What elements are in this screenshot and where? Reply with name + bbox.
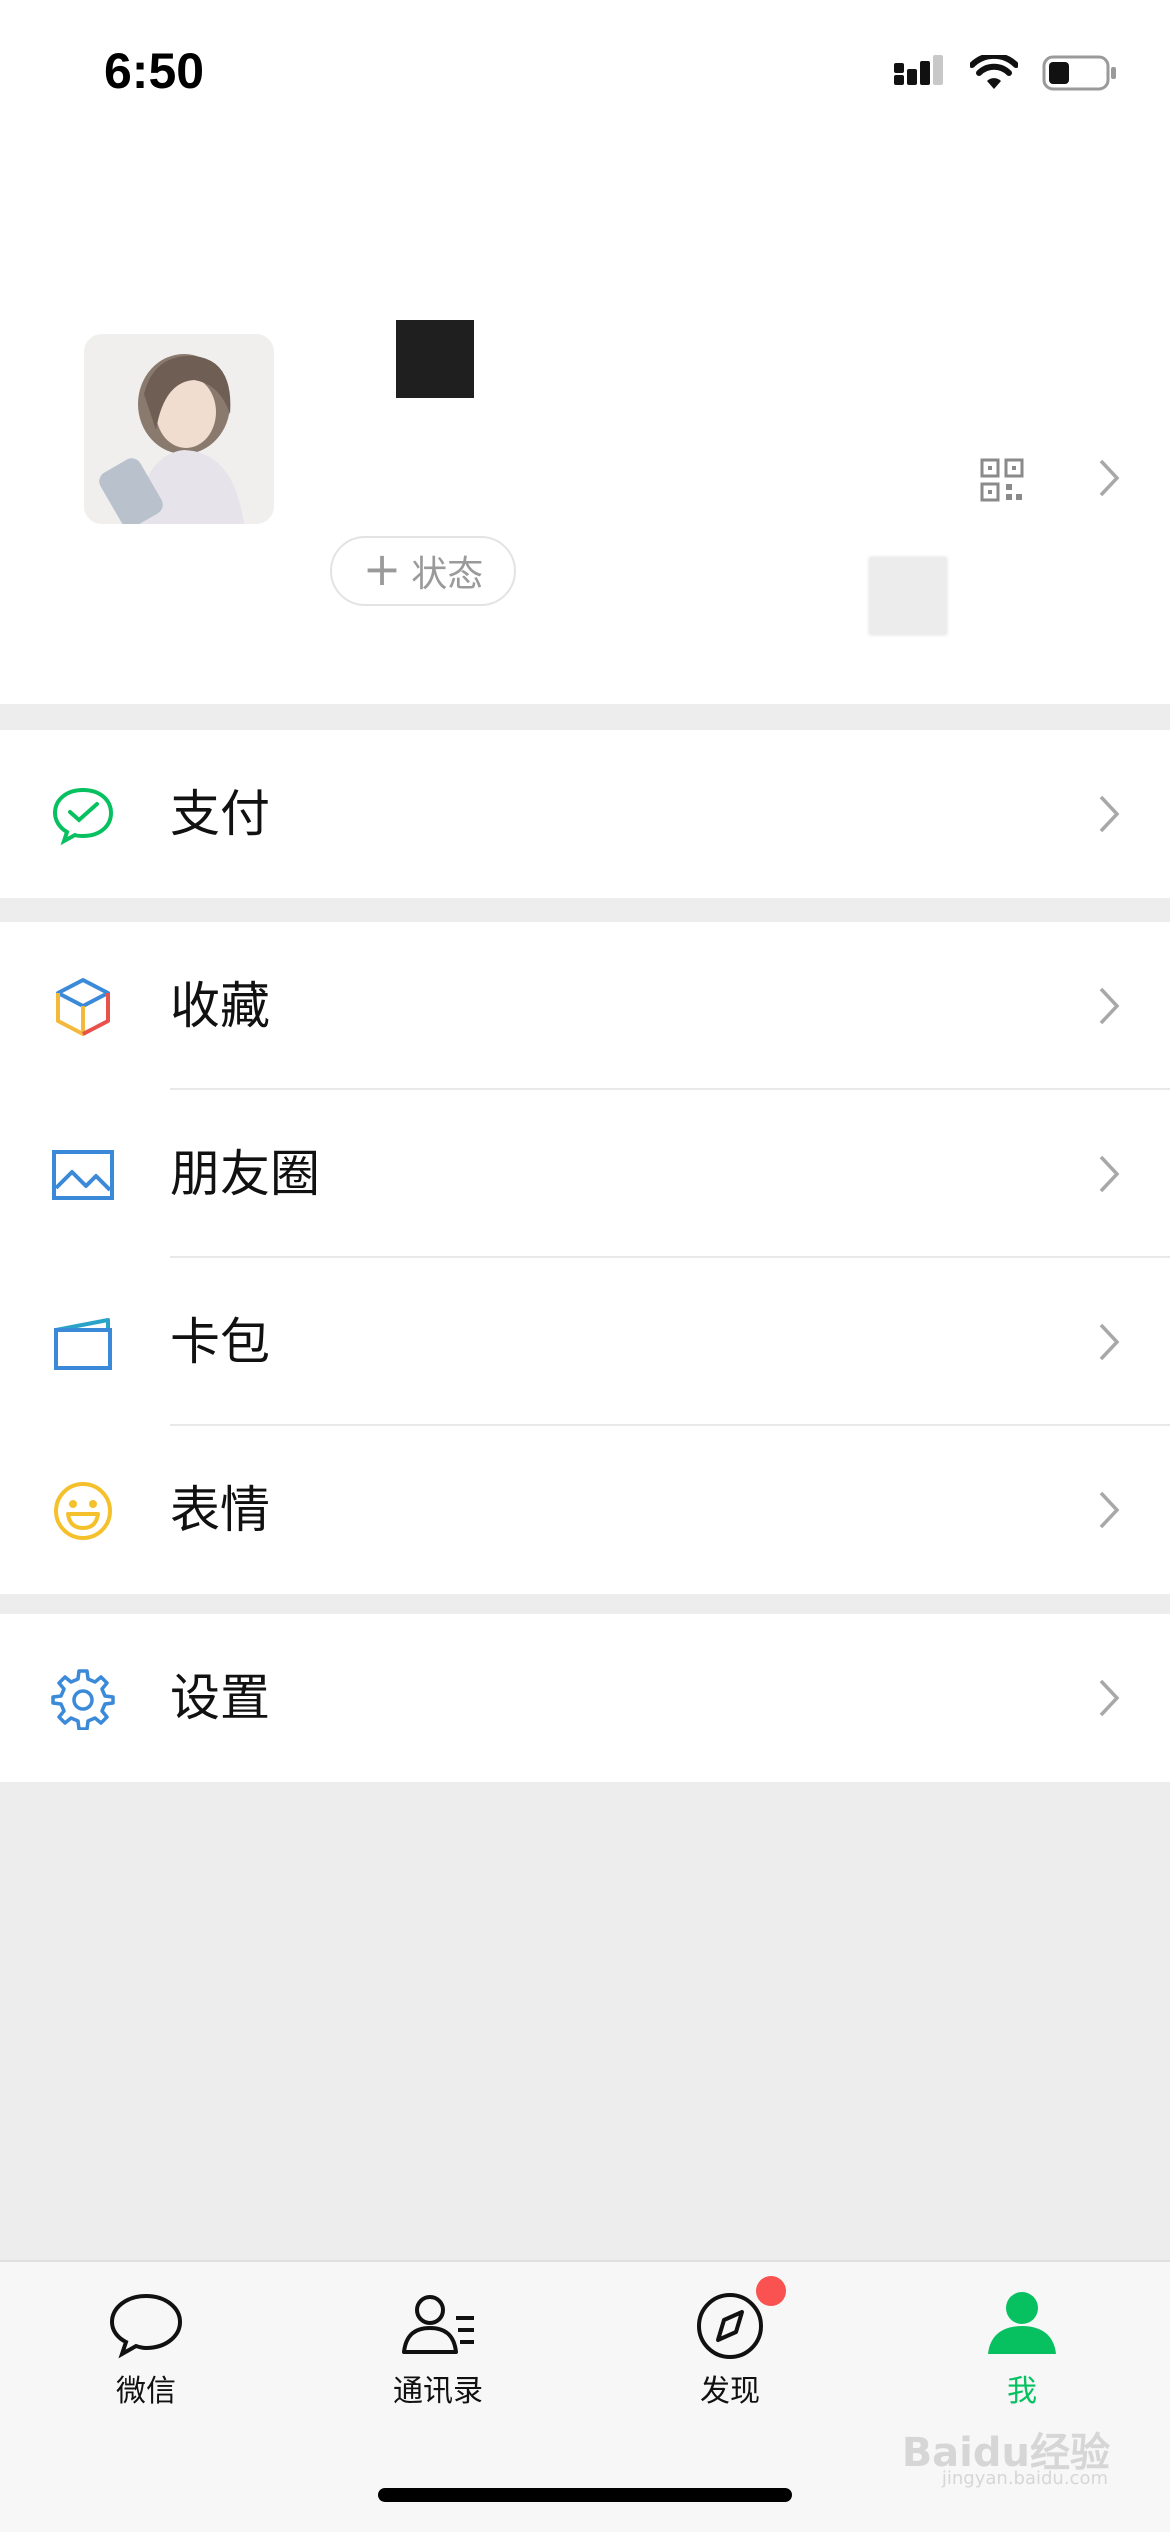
chevron-right-icon: [1099, 795, 1120, 833]
profile-header[interactable]: + 状态: [0, 150, 1170, 704]
wifi-icon: [970, 55, 1018, 89]
cellular-signal-icon: [894, 55, 943, 85]
tab-label: 通讯录: [393, 2374, 483, 2409]
tab-contacts[interactable]: 通讯录: [358, 2288, 518, 2410]
status-time: 6:50: [104, 43, 205, 99]
menu-item-settings[interactable]: 设置: [0, 1614, 1170, 1782]
status-bar: 6:50: [0, 0, 1170, 150]
menu-item-stickers[interactable]: 表情: [0, 1426, 1170, 1594]
chevron-right-icon: [1099, 987, 1120, 1025]
avatar-image: [84, 334, 274, 524]
tab-me[interactable]: 我: [942, 2288, 1102, 2410]
chat-icon: [109, 2293, 183, 2359]
settings-icon: [51, 1669, 115, 1730]
notification-badge: [756, 2276, 786, 2306]
menu-item-label: 设置: [170, 1669, 270, 1727]
menu-item-favorites[interactable]: 收藏: [0, 922, 1170, 1090]
plus-icon: +: [362, 542, 402, 596]
menu-group-pay: 支付: [0, 730, 1170, 898]
card-wallet-icon: [54, 1318, 112, 1370]
contacts-icon: [402, 2295, 474, 2354]
menu-item-pay[interactable]: 支付: [0, 730, 1170, 898]
moments-icon: [52, 1150, 114, 1200]
chevron-right-icon: [1099, 1491, 1120, 1529]
menu-group-settings: 设置: [0, 1614, 1170, 1782]
menu-item-label: 卡包: [170, 1313, 270, 1371]
battery-icon: [1042, 55, 1116, 91]
home-indicator[interactable]: [378, 2488, 792, 2502]
qr-code-icon[interactable]: [980, 458, 1024, 502]
menu-item-card-wallet[interactable]: 卡包: [0, 1258, 1170, 1426]
chevron-right-icon: [1099, 1155, 1120, 1193]
tab-label: 微信: [116, 2374, 176, 2409]
nickname-redacted: [396, 320, 474, 398]
tab-chats[interactable]: 微信: [66, 2288, 226, 2410]
watermark-sub: jingyan.baidu.com: [941, 2468, 1108, 2489]
chevron-right-icon: [1099, 1679, 1120, 1717]
chevron-right-icon: [1099, 459, 1120, 497]
menu-item-label: 收藏: [170, 977, 270, 1035]
chevron-right-icon: [1099, 1323, 1120, 1361]
sticker-icon: [54, 1482, 112, 1540]
favorites-icon: [56, 978, 110, 1036]
status-button-label: 状态: [411, 554, 484, 595]
menu-item-label: 表情: [170, 1481, 270, 1539]
add-status-button[interactable]: + 状态: [330, 536, 516, 606]
tab-label: 我: [1007, 2374, 1037, 2409]
status-icons: [892, 50, 1118, 96]
menu-item-label: 朋友圈: [170, 1145, 320, 1203]
avatar[interactable]: [84, 334, 274, 524]
me-icon: [988, 2292, 1056, 2354]
menu-item-moments[interactable]: 朋友圈: [0, 1090, 1170, 1258]
menu-group-main: 收藏 朋友圈 卡包 表情: [0, 922, 1170, 1594]
menu-item-label: 支付: [170, 785, 270, 843]
blurred-area: [868, 556, 948, 636]
tab-discover[interactable]: 发现: [650, 2276, 810, 2410]
pay-icon: [52, 787, 114, 846]
tab-label: 发现: [700, 2374, 760, 2409]
